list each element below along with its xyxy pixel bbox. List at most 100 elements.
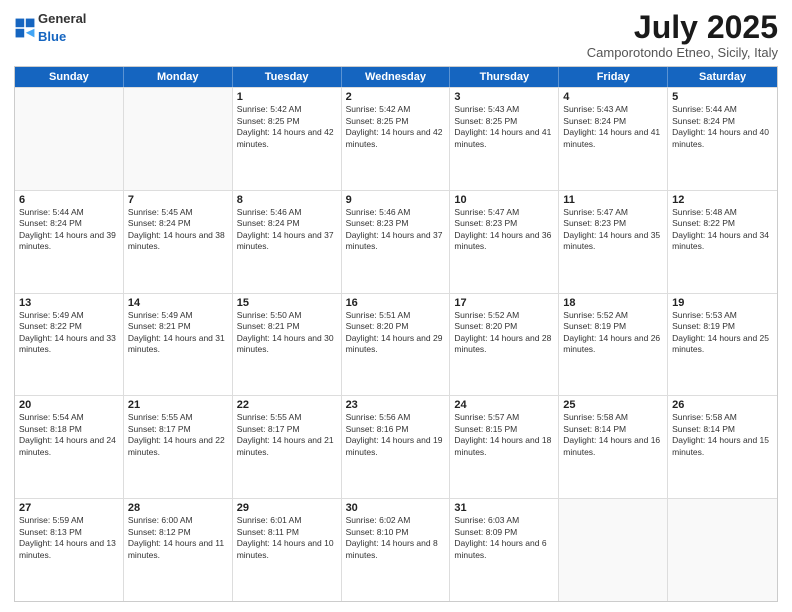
calendar-cell: 25Sunrise: 5:58 AMSunset: 8:14 PMDayligh… [559,396,668,498]
cell-info: Sunrise: 5:43 AMSunset: 8:25 PMDaylight:… [454,104,554,150]
calendar-cell [559,499,668,601]
day-number: 18 [563,297,663,309]
calendar-cell: 21Sunrise: 5:55 AMSunset: 8:17 PMDayligh… [124,396,233,498]
cell-info: Sunrise: 5:52 AMSunset: 8:20 PMDaylight:… [454,310,554,356]
title-section: July 2025 Camporotondo Etneo, Sicily, It… [587,10,778,60]
cell-info: Sunrise: 5:44 AMSunset: 8:24 PMDaylight:… [672,104,773,150]
calendar-cell: 27Sunrise: 5:59 AMSunset: 8:13 PMDayligh… [15,499,124,601]
calendar-cell: 23Sunrise: 5:56 AMSunset: 8:16 PMDayligh… [342,396,451,498]
calendar-cell: 19Sunrise: 5:53 AMSunset: 8:19 PMDayligh… [668,294,777,396]
calendar-cell: 22Sunrise: 5:55 AMSunset: 8:17 PMDayligh… [233,396,342,498]
calendar-cell: 1Sunrise: 5:42 AMSunset: 8:25 PMDaylight… [233,88,342,190]
logo: General Blue [14,10,86,46]
cell-info: Sunrise: 5:58 AMSunset: 8:14 PMDaylight:… [563,412,663,458]
day-number: 30 [346,502,446,514]
calendar-day-header: Thursday [450,67,559,87]
day-number: 19 [672,297,773,309]
calendar-day-header: Saturday [668,67,777,87]
day-number: 21 [128,399,228,411]
cell-info: Sunrise: 5:51 AMSunset: 8:20 PMDaylight:… [346,310,446,356]
cell-info: Sunrise: 5:50 AMSunset: 8:21 PMDaylight:… [237,310,337,356]
calendar-cell: 13Sunrise: 5:49 AMSunset: 8:22 PMDayligh… [15,294,124,396]
calendar-row: 20Sunrise: 5:54 AMSunset: 8:18 PMDayligh… [15,395,777,498]
day-number: 25 [563,399,663,411]
calendar-cell: 16Sunrise: 5:51 AMSunset: 8:20 PMDayligh… [342,294,451,396]
main-title: July 2025 [587,10,778,45]
calendar-cell: 29Sunrise: 6:01 AMSunset: 8:11 PMDayligh… [233,499,342,601]
cell-info: Sunrise: 5:59 AMSunset: 8:13 PMDaylight:… [19,515,119,561]
day-number: 3 [454,91,554,103]
day-number: 2 [346,91,446,103]
calendar-day-header: Friday [559,67,668,87]
cell-info: Sunrise: 5:52 AMSunset: 8:19 PMDaylight:… [563,310,663,356]
day-number: 26 [672,399,773,411]
calendar-cell [668,499,777,601]
cell-info: Sunrise: 5:57 AMSunset: 8:15 PMDaylight:… [454,412,554,458]
calendar-cell: 12Sunrise: 5:48 AMSunset: 8:22 PMDayligh… [668,191,777,293]
cell-info: Sunrise: 6:00 AMSunset: 8:12 PMDaylight:… [128,515,228,561]
cell-info: Sunrise: 5:42 AMSunset: 8:25 PMDaylight:… [237,104,337,150]
calendar-cell: 7Sunrise: 5:45 AMSunset: 8:24 PMDaylight… [124,191,233,293]
cell-info: Sunrise: 6:03 AMSunset: 8:09 PMDaylight:… [454,515,554,561]
cell-info: Sunrise: 5:53 AMSunset: 8:19 PMDaylight:… [672,310,773,356]
calendar-row: 6Sunrise: 5:44 AMSunset: 8:24 PMDaylight… [15,190,777,293]
day-number: 24 [454,399,554,411]
day-number: 12 [672,194,773,206]
day-number: 29 [237,502,337,514]
day-number: 14 [128,297,228,309]
calendar-cell: 5Sunrise: 5:44 AMSunset: 8:24 PMDaylight… [668,88,777,190]
calendar-cell: 24Sunrise: 5:57 AMSunset: 8:15 PMDayligh… [450,396,559,498]
calendar-cell: 9Sunrise: 5:46 AMSunset: 8:23 PMDaylight… [342,191,451,293]
cell-info: Sunrise: 5:46 AMSunset: 8:24 PMDaylight:… [237,207,337,253]
day-number: 8 [237,194,337,206]
calendar-cell [124,88,233,190]
day-number: 23 [346,399,446,411]
calendar-day-header: Sunday [15,67,124,87]
day-number: 15 [237,297,337,309]
calendar-cell: 31Sunrise: 6:03 AMSunset: 8:09 PMDayligh… [450,499,559,601]
calendar-cell: 20Sunrise: 5:54 AMSunset: 8:18 PMDayligh… [15,396,124,498]
logo-icon [14,17,36,39]
day-number: 5 [672,91,773,103]
day-number: 4 [563,91,663,103]
calendar-row: 13Sunrise: 5:49 AMSunset: 8:22 PMDayligh… [15,293,777,396]
calendar-header: SundayMondayTuesdayWednesdayThursdayFrid… [15,67,777,87]
page: General Blue July 2025 Camporotondo Etne… [0,0,792,612]
calendar: SundayMondayTuesdayWednesdayThursdayFrid… [14,66,778,602]
day-number: 16 [346,297,446,309]
cell-info: Sunrise: 5:47 AMSunset: 8:23 PMDaylight:… [454,207,554,253]
calendar-row: 1Sunrise: 5:42 AMSunset: 8:25 PMDaylight… [15,87,777,190]
calendar-cell: 3Sunrise: 5:43 AMSunset: 8:25 PMDaylight… [450,88,559,190]
cell-info: Sunrise: 6:01 AMSunset: 8:11 PMDaylight:… [237,515,337,561]
calendar-cell: 2Sunrise: 5:42 AMSunset: 8:25 PMDaylight… [342,88,451,190]
day-number: 9 [346,194,446,206]
calendar-cell: 18Sunrise: 5:52 AMSunset: 8:19 PMDayligh… [559,294,668,396]
calendar-cell: 15Sunrise: 5:50 AMSunset: 8:21 PMDayligh… [233,294,342,396]
cell-info: Sunrise: 5:58 AMSunset: 8:14 PMDaylight:… [672,412,773,458]
calendar-cell: 17Sunrise: 5:52 AMSunset: 8:20 PMDayligh… [450,294,559,396]
cell-info: Sunrise: 5:45 AMSunset: 8:24 PMDaylight:… [128,207,228,253]
day-number: 27 [19,502,119,514]
cell-info: Sunrise: 5:56 AMSunset: 8:16 PMDaylight:… [346,412,446,458]
day-number: 6 [19,194,119,206]
cell-info: Sunrise: 5:49 AMSunset: 8:22 PMDaylight:… [19,310,119,356]
header: General Blue July 2025 Camporotondo Etne… [14,10,778,60]
calendar-cell: 6Sunrise: 5:44 AMSunset: 8:24 PMDaylight… [15,191,124,293]
cell-info: Sunrise: 5:54 AMSunset: 8:18 PMDaylight:… [19,412,119,458]
logo-text: General Blue [38,10,86,46]
day-number: 28 [128,502,228,514]
cell-info: Sunrise: 5:44 AMSunset: 8:24 PMDaylight:… [19,207,119,253]
day-number: 1 [237,91,337,103]
cell-info: Sunrise: 5:48 AMSunset: 8:22 PMDaylight:… [672,207,773,253]
calendar-row: 27Sunrise: 5:59 AMSunset: 8:13 PMDayligh… [15,498,777,601]
calendar-cell: 28Sunrise: 6:00 AMSunset: 8:12 PMDayligh… [124,499,233,601]
calendar-cell: 30Sunrise: 6:02 AMSunset: 8:10 PMDayligh… [342,499,451,601]
cell-info: Sunrise: 5:49 AMSunset: 8:21 PMDaylight:… [128,310,228,356]
calendar-cell: 26Sunrise: 5:58 AMSunset: 8:14 PMDayligh… [668,396,777,498]
calendar-day-header: Tuesday [233,67,342,87]
calendar-cell: 10Sunrise: 5:47 AMSunset: 8:23 PMDayligh… [450,191,559,293]
day-number: 7 [128,194,228,206]
cell-info: Sunrise: 5:46 AMSunset: 8:23 PMDaylight:… [346,207,446,253]
cell-info: Sunrise: 5:55 AMSunset: 8:17 PMDaylight:… [128,412,228,458]
calendar-day-header: Wednesday [342,67,451,87]
